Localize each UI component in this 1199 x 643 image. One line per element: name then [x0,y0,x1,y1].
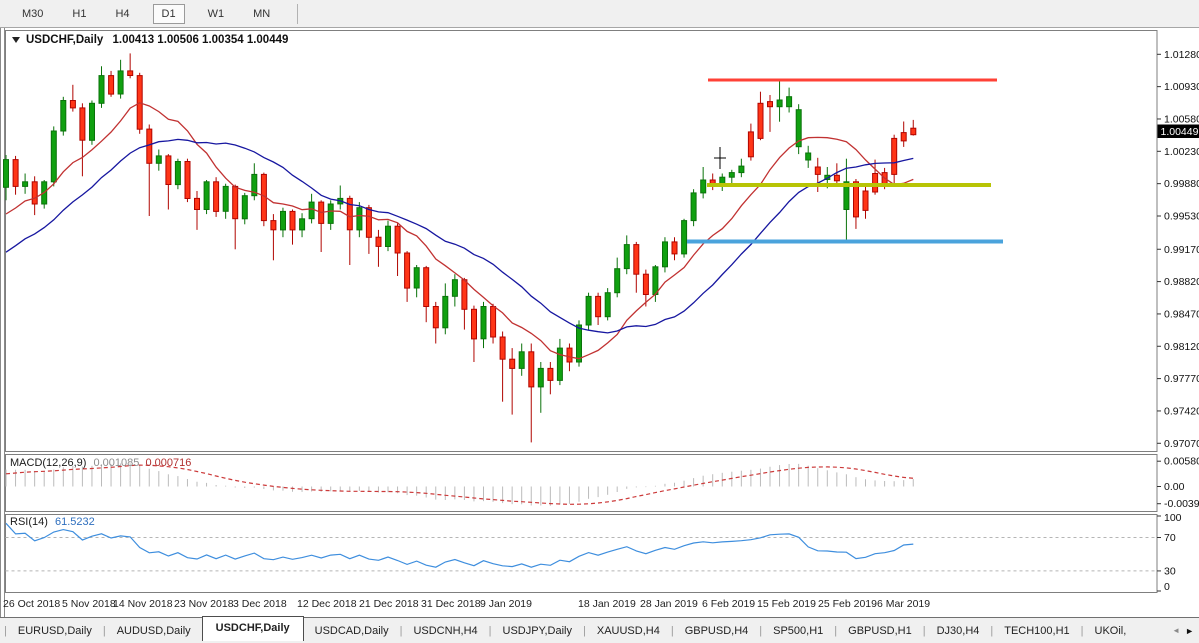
rsi-axis-label: 100 [1164,512,1182,524]
scroll-left-icon[interactable]: ◄ [1172,626,1180,635]
price-axis-label: 0.99530 [1164,210,1199,222]
price-axis-label: 0.99170 [1164,244,1199,256]
tab-timeframe-m30[interactable]: M30 [16,4,49,24]
date-axis-label: 6 Feb 2019 [702,598,755,610]
tab-symbol-eurusd-daily[interactable]: EURUSD,Daily [7,621,103,641]
price-axis-label: 0.98470 [1164,308,1199,320]
tab-symbol-dj30-h4[interactable]: DJ30,H4 [926,621,991,641]
price-axis-label: 1.01280 [1164,49,1199,61]
date-axis-label: 25 Feb 2019 [818,598,877,610]
date-axis-label: 9 Jan 2019 [480,598,532,610]
tab-symbol-audusd-daily[interactable]: AUDUSD,Daily [106,621,202,641]
svg-text:1.00449: 1.00449 [1161,126,1199,138]
tab-symbol-usdcnh-h4[interactable]: USDCNH,H4 [402,621,488,641]
tab-symbol-gbpusd-h1[interactable]: GBPUSD,H1 [837,621,923,641]
tab-timeframe-w1[interactable]: W1 [202,4,231,24]
date-axis-label: 14 Nov 2018 [113,598,173,610]
timeframe-toolbar: M30 H1 H4 D1 W1 MN [0,0,1199,28]
price-axis-label: 0.97420 [1164,405,1199,417]
tab-symbol-usdjpy-daily[interactable]: USDJPY,Daily [492,621,584,641]
chart-window[interactable]: 1.01280 1.00930 1.00580 1.00230 0.99880 0.995… [0,28,1199,617]
scroll-right-icon[interactable]: ► [1185,626,1194,636]
price-axis-label: 1.00930 [1164,81,1199,93]
tab-timeframe-mn[interactable]: MN [247,4,276,24]
price-axis-label: 1.00580 [1164,113,1199,125]
tab-symbol-xauusd-h4[interactable]: XAUUSD,H4 [586,621,671,641]
tab-symbol-usdchf-daily[interactable]: USDCHF,Daily [201,616,304,641]
chart-title: USDCHF,Daily 1.00413 1.00506 1.00354 1.0… [26,34,288,46]
date-axis-label: 28 Jan 2019 [640,598,698,610]
tab-symbol-tech100-h1[interactable]: TECH100,H1 [993,621,1080,641]
price-axis-label: 0.98120 [1164,341,1199,353]
macd-axis-label: 0.00 [1164,481,1185,493]
current-price-tag: 1.00449 [1157,124,1199,138]
date-axis-label: 21 Dec 2018 [359,598,419,610]
date-axis-label: 18 Jan 2019 [578,598,636,610]
rsi-axis-label: 70 [1164,532,1176,544]
date-axis-label: 3 Dec 2018 [233,598,287,610]
date-axis-label: 23 Nov 2018 [174,598,234,610]
tab-symbol-usdcad-daily[interactable]: USDCAD,Daily [304,621,400,641]
price-axis-label: 0.97770 [1164,373,1199,385]
macd-label: MACD(12,26,9) 0.001085 0.000716 [10,457,191,469]
date-axis-label: 15 Feb 2019 [757,598,816,610]
date-axis-label: 12 Dec 2018 [297,598,357,610]
macd-axis-label: 0.005802 [1164,456,1199,468]
date-axis-label: 5 Nov 2018 [62,598,116,610]
rsi-axis-label: 0 [1164,581,1170,593]
tab-symbol-gbpusd-h4[interactable]: GBPUSD,H4 [674,621,760,641]
toolbar-divider [297,3,299,24]
price-axis-label: 1.00230 [1164,146,1199,158]
tab-symbol-sp500-h1[interactable]: SP500,H1 [762,621,834,641]
symbol-tabbar: | EURUSD,Daily | AUDUSD,Daily USDCHF,Daily US… [0,616,1199,643]
price-axis-label: 0.99880 [1164,178,1199,190]
date-axis-label: 6 Mar 2019 [877,598,930,610]
price-axis-label: 0.97070 [1164,438,1199,450]
rsi-axis-label: 30 [1164,565,1176,577]
date-axis-label: 31 Dec 2018 [421,598,481,610]
tab-timeframe-h4[interactable]: H4 [109,4,135,24]
price-axis-label: 0.98820 [1164,276,1199,288]
tab-timeframe-h1[interactable]: H1 [66,4,92,24]
date-axis-label: 26 Oct 2018 [3,598,60,610]
macd-axis-label: -0.003945 [1164,498,1199,510]
tab-symbol-ukoil-[interactable]: UKOil, [1084,621,1138,641]
tab-timeframe-d1[interactable]: D1 [152,3,185,24]
